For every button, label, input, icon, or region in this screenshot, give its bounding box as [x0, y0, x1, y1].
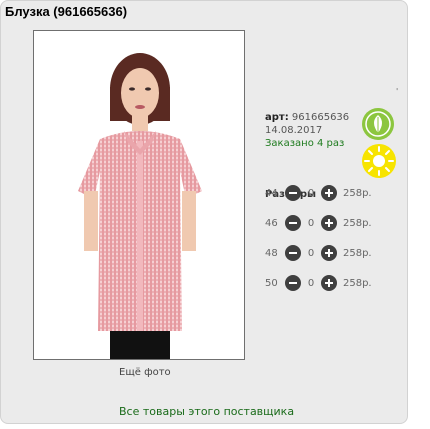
product-title: Блузка (961665636) — [5, 4, 128, 19]
price-value: 258р. — [343, 277, 372, 289]
quantity-value: 0 — [307, 277, 315, 289]
plus-circle-icon[interactable] — [321, 185, 337, 201]
product-card: Блузка (961665636) Ещё фото ' арт: 96166… — [0, 0, 408, 424]
minus-circle-icon[interactable] — [285, 185, 301, 201]
size-value: 48 — [265, 247, 278, 259]
sun-icon — [359, 141, 399, 181]
model-photo-image — [34, 31, 244, 359]
plus-circle-icon[interactable] — [321, 275, 337, 291]
size-row-48: 48 0 258р. — [265, 244, 372, 262]
plus-circle-icon[interactable] — [321, 215, 337, 231]
size-value: 44 — [265, 187, 278, 199]
leaf-icon — [361, 107, 395, 141]
quantity-value: 0 — [307, 187, 315, 199]
price-value: 258р. — [343, 247, 372, 259]
quantity-value: 0 — [307, 217, 315, 229]
product-info: арт: 961665636 14.08.2017 Заказано 4 раз — [265, 111, 349, 150]
product-photo[interactable] — [33, 30, 245, 360]
minus-circle-icon[interactable] — [285, 245, 301, 261]
more-photo-link[interactable]: Ещё фото — [119, 367, 171, 378]
size-value: 50 — [265, 277, 278, 289]
size-row-44: 44 0 258р. — [265, 184, 372, 202]
minus-circle-icon[interactable] — [285, 215, 301, 231]
size-row-50: 50 0 258р. — [265, 274, 372, 292]
article-value: 961665636 — [291, 112, 350, 123]
price-value: 258р. — [343, 217, 372, 229]
corner-mark: ' — [396, 87, 399, 96]
minus-circle-icon[interactable] — [285, 275, 301, 291]
date-added: 14.08.2017 — [265, 125, 323, 136]
supplier-products-link[interactable]: Все товары этого поставщика — [119, 405, 294, 418]
size-row-46: 46 0 258р. — [265, 214, 372, 232]
article-label: арт: — [265, 112, 289, 123]
quantity-value: 0 — [307, 247, 315, 259]
size-value: 46 — [265, 217, 278, 229]
order-count: Заказано 4 раз — [265, 138, 345, 149]
price-value: 258р. — [343, 187, 372, 199]
plus-circle-icon[interactable] — [321, 245, 337, 261]
